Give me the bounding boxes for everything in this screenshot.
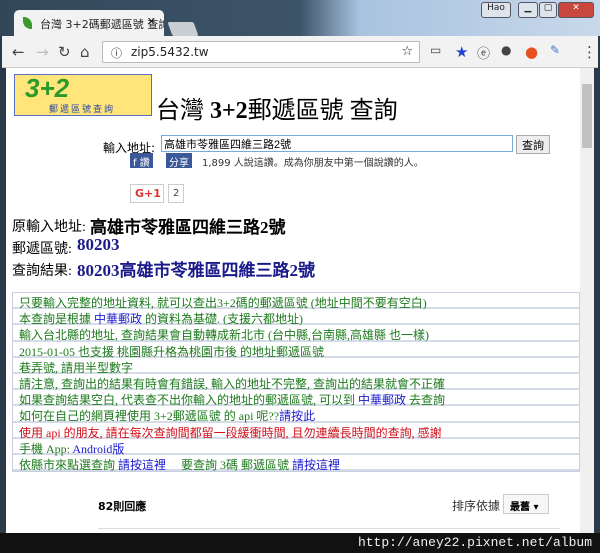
address-bar[interactable]: ⓘ zip5.5432.tw ☆ <box>102 41 420 63</box>
notice-text: 如何在自己的網頁裡使用 3+2郵遞區號 的 api 呢?? <box>19 409 280 424</box>
notice-text: 使用 api 的朋友, 請在每次查詢間都留一段緩衝時間, 且勿連續長時間的查詢,… <box>19 425 442 440</box>
scrollbar-thumb[interactable] <box>582 84 592 148</box>
notice-row: 本查詢是根據 中華郵政 的資料為基礎. (支援六都地址) <box>13 309 579 327</box>
zip-value: 80203 <box>77 235 120 254</box>
info-icon: ⓘ <box>111 47 122 60</box>
close-tab-icon[interactable]: ✕ <box>147 15 156 28</box>
like-count-text: 1,899 人說這讚。成為你朋友中第一個說讚的人。 <box>202 158 424 169</box>
comment-count: 82則回應 <box>98 500 147 513</box>
notice-text: 的資料為基礎. (支援六都地址) <box>142 312 304 327</box>
tab-title: 台灣 3+2碼郵遞區號 查詢 <box>40 18 164 31</box>
extension-pen-icon[interactable]: ✎ <box>550 43 560 57</box>
notice-row: 使用 api 的朋友, 請在每次查詢間都留一段緩衝時間, 且勿連續長時間的查詢,… <box>13 423 579 440</box>
title-pre: 台灣 <box>156 98 210 124</box>
notice-row: 手機 App: Android版 <box>13 439 579 456</box>
address-input[interactable] <box>161 135 513 152</box>
bookmark-star-icon[interactable]: ☆ <box>401 44 413 59</box>
notice-row: 如果查詢結果空白, 代表查不出你輸入的地址的郵遞區號, 可以到 中華郵政 去查詢 <box>13 390 579 408</box>
notice-text: 請注意, 查詢出的結果有時會有錯誤, 輸入的地址不完整, 查詢出的結果就會不正確 <box>19 376 446 391</box>
notice-text: 巷弄號, 請用半型數字 <box>19 360 134 375</box>
notice-text: 只要輸入完整的地址資料, 就可以查出3+2碼的郵遞區號 (地址中間不要有空白) <box>19 296 427 310</box>
page-content: 3+2郵遞區號查詢 台灣 3+2郵遞區號 查詢 輸入地址: 查詢 f 讚 分享 … <box>6 68 580 533</box>
notice-row: 依縣市來點選查詢 請按這裡 要查詢 3碼 郵遞區號 請按這裡 <box>13 455 579 472</box>
extension-icon[interactable]: ● <box>525 43 538 61</box>
notice-link[interactable]: Android版 <box>72 442 124 456</box>
evernote-icon[interactable]: ● <box>501 43 511 57</box>
minimize-button[interactable]: ▁ <box>518 2 538 18</box>
notice-text: 如果查詢結果空白, 代表查不出你輸入的地址的郵遞區號, 可以到 <box>19 393 359 408</box>
window-titlebar: 台灣 3+2碼郵遞區號 查詢 ✕ Hao ▁ ▢ ✕ <box>0 0 600 37</box>
notice-row: 2015-01-05 也支援 桃園縣升格為桃園市後 的地址郵遞區號 <box>13 342 579 359</box>
notice-text: 輸入台北縣的地址, 查詢結果會自動轉成新北市 (台中縣,台南縣,高雄縣 也一樣) <box>19 328 429 343</box>
title-bold: 3+2 <box>210 98 248 124</box>
notice-row: 請注意, 查詢出的結果有時會有錯誤, 輸入的地址不完整, 查詢出的結果就會不正確 <box>13 374 579 391</box>
sort-label: 排序依據 <box>452 499 501 513</box>
fb-share-button[interactable]: 分享 <box>166 153 192 169</box>
notice-link[interactable]: 請按這裡 <box>118 458 166 472</box>
notice-list: 只要輸入完整的地址資料, 就可以查出3+2碼的郵遞區號 (地址中間不要有空白) 本… <box>12 292 580 473</box>
orig-label: 原輸入地址: <box>12 220 86 235</box>
result-value: 80203高雄市苓雅區四維三路2號 <box>77 261 315 280</box>
divider <box>98 528 560 529</box>
maximize-button[interactable]: ▢ <box>539 2 557 18</box>
notice-link[interactable]: 中華郵政 <box>94 312 142 326</box>
leaf-favicon-icon <box>23 17 32 29</box>
bookmark-icon[interactable]: ★ <box>455 43 468 61</box>
home-icon[interactable]: ⌂ <box>80 43 90 61</box>
gplus-button[interactable]: G+1 <box>130 184 164 203</box>
title-post: 郵遞區號 查詢 <box>247 98 398 124</box>
back-icon[interactable]: ← <box>12 43 25 61</box>
result-label: 查詢結果: <box>12 264 72 279</box>
forward-icon[interactable]: → <box>36 43 49 61</box>
status-bar: http://aney22.pixnet.net/album <box>0 533 600 553</box>
zip-label: 郵遞區號: <box>12 242 72 257</box>
notice-link[interactable]: 請按此 <box>279 409 315 423</box>
notice-text: 2015-01-05 也支援 桃園縣升格為桃園市後 的地址郵遞區號 <box>19 344 324 359</box>
user-profile-button[interactable]: Hao <box>481 2 511 18</box>
close-window-button[interactable]: ✕ <box>558 2 594 18</box>
browser-tab[interactable]: 台灣 3+2碼郵遞區號 查詢 ✕ <box>14 10 164 37</box>
notice-row: 如何在自己的網頁裡使用 3+2郵遞區號 的 api 呢??請按此 <box>13 406 579 424</box>
notice-text: 去查詢 <box>406 393 446 408</box>
notice-link[interactable]: 請按這裡 <box>292 458 340 472</box>
extension-e-icon[interactable]: ⓔ <box>477 43 490 62</box>
site-logo[interactable]: 3+2 郵遞區號查詢 <box>14 73 152 116</box>
cast-icon[interactable]: ▭ <box>430 43 441 57</box>
notice-link[interactable]: 中華郵政 <box>358 393 406 407</box>
notice-text: 手機 App: <box>19 441 73 456</box>
watermark: http://aney22.pixnet.net/album <box>357 535 592 550</box>
reload-icon[interactable]: ↻ <box>58 43 71 61</box>
menu-icon[interactable]: ⋮ <box>582 43 597 61</box>
query-button[interactable]: 查詢 <box>516 135 550 154</box>
sort-dropdown[interactable]: 最舊 ▾ <box>503 494 549 514</box>
url-text: zip5.5432.tw <box>131 45 209 59</box>
notice-row: 只要輸入完整的地址資料, 就可以查出3+2碼的郵遞區號 (地址中間不要有空白) <box>13 293 579 310</box>
fb-like-button[interactable]: f 讚 <box>130 153 153 169</box>
notice-row: 輸入台北縣的地址, 查詢結果會自動轉成新北市 (台中縣,台南縣,高雄縣 也一樣) <box>13 325 579 343</box>
notice-row: 巷弄號, 請用半型數字 <box>13 358 579 375</box>
page-title: 台灣 3+2郵遞區號 查詢 <box>156 90 398 125</box>
new-tab-button[interactable] <box>167 22 199 36</box>
browser-toolbar: ← → ↻ ⌂ ⓘ zip5.5432.tw ☆ ▭ ★ ⓔ ● ● ✎ ⋮ <box>2 36 598 68</box>
gplus-count: 2 <box>168 184 184 203</box>
vertical-scrollbar[interactable] <box>580 68 594 533</box>
notice-text: 本查詢是根據 <box>19 312 95 327</box>
notice-text: 依縣市來點選查詢 <box>19 457 119 472</box>
notice-text: 要查詢 3碼 郵遞區號 <box>166 457 293 472</box>
